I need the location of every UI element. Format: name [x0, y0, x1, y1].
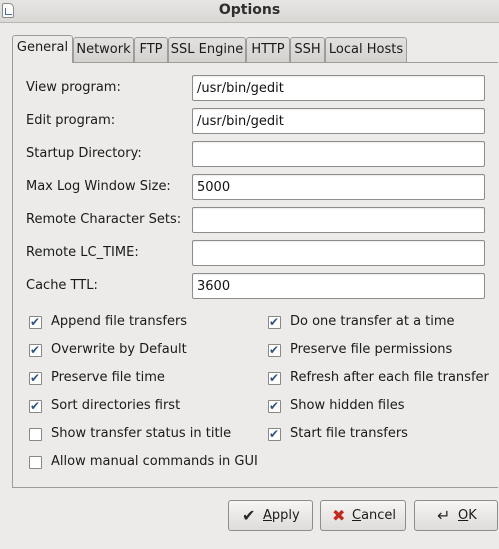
tab-ftp[interactable]: FTP [134, 37, 168, 62]
tab-ssh[interactable]: SSH [290, 37, 325, 62]
checkbox-label: Overwrite by Default [51, 342, 187, 357]
tab-http[interactable]: HTTP [246, 37, 290, 62]
title-bar[interactable]: Options [0, 0, 499, 23]
checkbox-box[interactable]: ✔ [268, 427, 281, 441]
ok-button-label: OK [458, 508, 477, 523]
checkmark-icon: ✔ [269, 427, 280, 441]
remote-lc-time-input[interactable] [192, 240, 485, 266]
checkbox-label: Allow manual commands in GUI [51, 454, 258, 469]
edit-program-input[interactable] [192, 108, 485, 134]
view-program-input[interactable] [192, 75, 485, 101]
return-arrow-icon: ↵ [437, 506, 451, 525]
tab-network[interactable]: Network [73, 37, 134, 62]
checkmark-icon: ✔ [30, 371, 41, 385]
checkbox-box[interactable]: ✔ [29, 315, 42, 329]
checkbox-box[interactable]: ✔ [29, 371, 42, 385]
cancel-button-label: Cancel [352, 508, 397, 523]
checkmark-icon: ✔ [30, 343, 41, 357]
red-x-icon: ✖ [332, 506, 346, 525]
apply-button[interactable]: ✔ Apply [228, 500, 313, 531]
checkbox-label: Do one transfer at a time [290, 314, 455, 329]
checkbox-label: Preserve file permissions [290, 342, 453, 357]
checkbox-box[interactable]: ✔ [268, 399, 281, 413]
checkbox-label: Preserve file time [51, 370, 165, 385]
checkbox-box[interactable]: ✔ [29, 343, 42, 357]
apply-button-label: Apply [263, 508, 300, 523]
edit-program-label: Edit program: [26, 113, 116, 128]
checkbox-label: Show hidden files [290, 398, 405, 413]
max-log-window-size-label: Max Log Window Size: [26, 179, 171, 194]
checkbox-box[interactable]: ✔ [268, 371, 281, 385]
tab-ssl-engine[interactable]: SSL Engine [168, 37, 246, 62]
checkmark-icon: ✔ [30, 399, 41, 413]
checkbox-label: Sort directories first [51, 398, 181, 413]
startup-directory-label: Startup Directory: [26, 146, 142, 161]
remote-character-sets-label: Remote Character Sets: [26, 212, 182, 227]
checkbox-label: Start file transfers [290, 426, 408, 441]
cancel-button[interactable]: ✖ Cancel [320, 500, 406, 531]
ok-button[interactable]: ↵ OK [414, 500, 498, 531]
tab-general[interactable]: General [12, 35, 73, 63]
view-program-label: View program: [26, 80, 121, 95]
checkmark-icon: ✔ [269, 343, 280, 357]
cache-ttl-input[interactable] [192, 273, 485, 299]
window-title: Options [218, 2, 281, 18]
checkmark-icon: ✔ [269, 399, 280, 413]
checkbox-label: Show transfer status in title [51, 426, 232, 441]
checkbox-box[interactable]: ✔ [268, 315, 281, 329]
checkmark-icon: ✔ [269, 315, 280, 329]
cache-ttl-label: Cache TTL: [26, 278, 98, 293]
checkbox-box[interactable]: ✔ [29, 399, 42, 413]
checkbox-label: Append file transfers [51, 314, 188, 329]
max-log-window-size-input[interactable] [192, 174, 485, 200]
checkmark-icon: ✔ [242, 506, 256, 525]
checkbox-box[interactable]: ✔ [268, 343, 281, 357]
remote-lc-time-label: Remote LC_TIME: [26, 245, 139, 260]
tab-local-hosts[interactable]: Local Hosts [325, 37, 407, 62]
checkbox-box[interactable] [29, 456, 42, 469]
checkmark-icon: ✔ [269, 371, 280, 385]
checkbox-box[interactable] [29, 428, 42, 441]
checkmark-icon: ✔ [30, 315, 41, 329]
checkbox-label: Refresh after each file transfer [290, 370, 489, 385]
startup-directory-input[interactable] [192, 141, 485, 167]
remote-character-sets-input[interactable] [192, 207, 485, 233]
